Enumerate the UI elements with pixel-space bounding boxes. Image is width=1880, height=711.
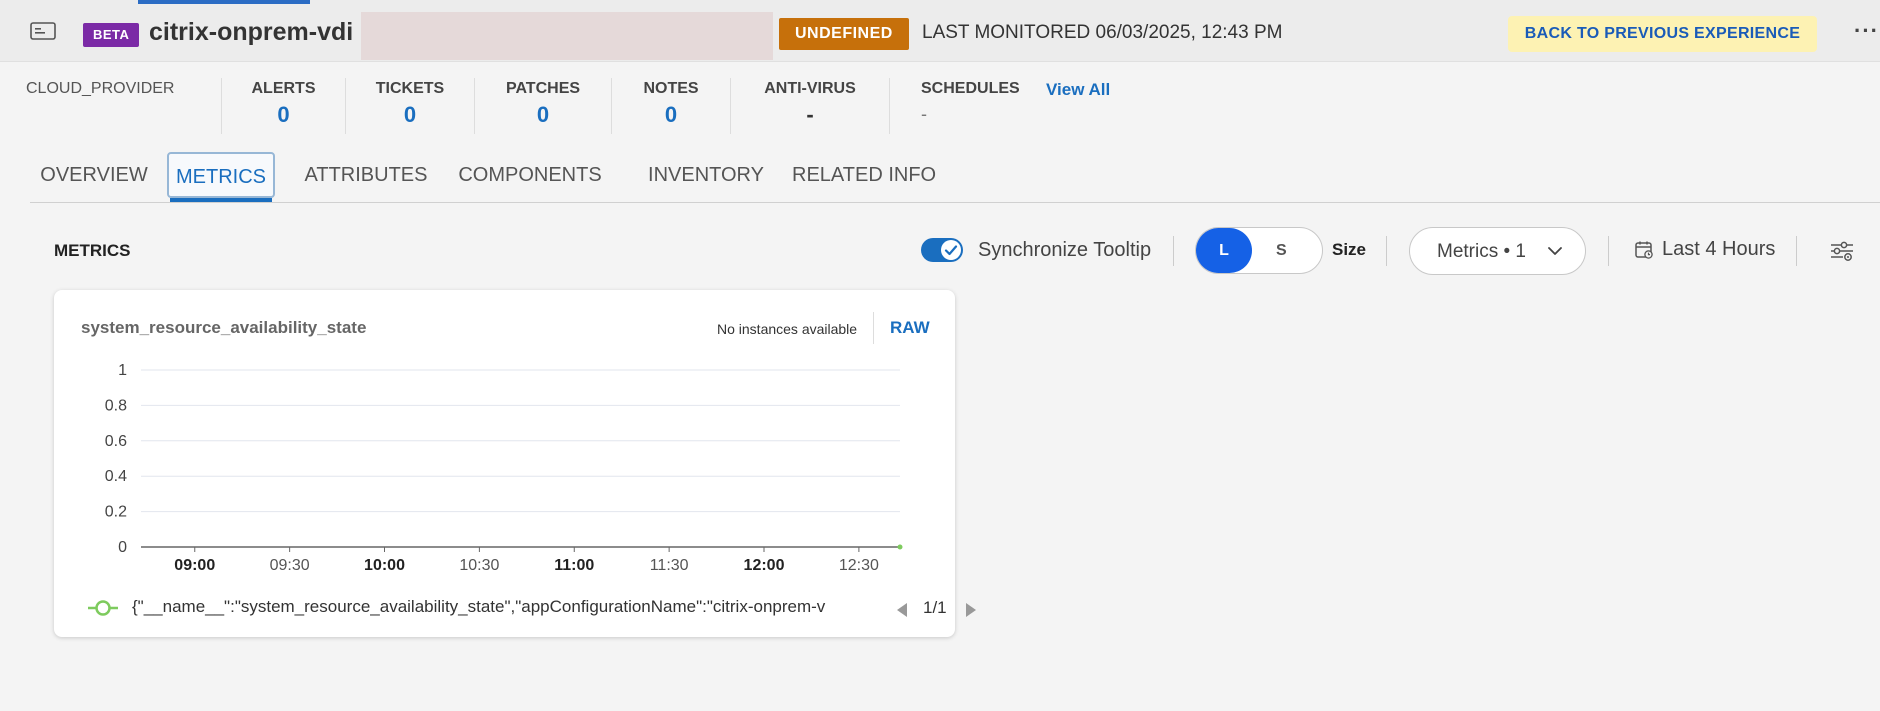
tab-bar: OVERVIEW METRICS ATTRIBUTES COMPONENTS I… — [30, 150, 1880, 203]
y-tick-label: 0.2 — [105, 504, 127, 521]
summary-value[interactable]: 0 — [222, 102, 345, 128]
chart-legend: {"__name__":"system_resource_availabilit… — [82, 595, 976, 621]
summary-patches[interactable]: PATCHES 0 — [474, 78, 611, 134]
device-icon — [30, 22, 56, 40]
check-icon — [944, 245, 958, 256]
view-all-link[interactable]: View All — [1046, 80, 1110, 100]
synchronize-tooltip-label: Synchronize Tooltip — [978, 239, 1152, 261]
time-range-selector[interactable]: Last 4 Hours — [1662, 238, 1775, 261]
summary-cloud-provider: CLOUD_PROVIDER — [26, 78, 216, 134]
metric-card-title: system_resource_availability_state — [81, 318, 367, 337]
y-tick-label: 0.4 — [105, 468, 127, 485]
no-instances-label: No instances available — [717, 321, 858, 337]
summary-notes[interactable]: NOTES 0 — [611, 78, 730, 134]
summary-tickets[interactable]: TICKETS 0 — [345, 78, 474, 134]
legend-series-label: {"__name__":"system_resource_availabilit… — [132, 597, 826, 616]
active-tab-indicator — [170, 198, 272, 202]
x-tick-label: 09:00 — [174, 557, 215, 574]
raw-button[interactable]: RAW — [890, 318, 930, 338]
tab-metrics[interactable]: METRICS — [167, 152, 275, 198]
last-monitored: LAST MONITORED 06/03/2025, 12:43 PM — [922, 22, 1283, 43]
beta-badge: BETA — [83, 23, 140, 47]
device-title: citrix-onprem-vdi — [149, 18, 354, 46]
tab-inventory[interactable]: INVENTORY — [619, 152, 793, 198]
legend-series-marker-icon[interactable] — [82, 597, 124, 619]
synchronize-tooltip-toggle[interactable] — [921, 238, 963, 262]
tab-components[interactable]: COMPONENTS — [441, 152, 619, 198]
size-s-option[interactable]: S — [1276, 228, 1287, 273]
legend-pager: 1/1 — [923, 598, 947, 617]
redacted-region — [361, 12, 773, 60]
x-tick-label: 12:00 — [744, 557, 785, 574]
metrics-dropdown-label: Metrics • 1 — [1437, 241, 1526, 262]
calendar-icon[interactable] — [1634, 240, 1654, 260]
series-data-point — [897, 544, 903, 550]
device-header: BETA citrix-onprem-vdi UNDEFINED LAST MO… — [0, 0, 1880, 62]
toolbar-divider — [1386, 236, 1387, 266]
x-tick-label: 09:30 — [270, 557, 310, 574]
metric-card: system_resource_availability_state No in… — [54, 290, 976, 637]
top-accent-bar — [138, 0, 310, 4]
toolbar-divider — [1608, 236, 1609, 266]
x-tick-label: 11:00 — [554, 557, 594, 574]
tab-attributes[interactable]: ATTRIBUTES — [292, 152, 440, 198]
summary-label: PATCHES — [505, 80, 581, 97]
y-tick-label: 1 — [118, 362, 127, 379]
summary-value: - — [921, 104, 927, 124]
y-tick-label: 0 — [118, 539, 127, 556]
summary-label: ALERTS — [251, 80, 316, 97]
summary-label: ANTI-VIRUS — [764, 80, 856, 97]
summary-value[interactable]: 0 — [475, 102, 611, 128]
back-to-previous-experience-button[interactable]: BACK TO PREVIOUS EXPERIENCE — [1508, 16, 1817, 52]
cloud-provider-label: CLOUD_PROVIDER — [26, 80, 175, 97]
pager-next-icon[interactable] — [964, 601, 978, 619]
y-tick-label: 0.8 — [105, 397, 127, 414]
toolbar-divider — [1796, 236, 1797, 266]
summary-label: TICKETS — [375, 80, 445, 97]
summary-label: NOTES — [643, 80, 699, 97]
metrics-heading: METRICS — [54, 241, 131, 260]
size-label: Size — [1332, 240, 1367, 259]
summary-schedules: SCHEDULES - — [889, 78, 1039, 134]
chevron-down-icon — [1548, 247, 1562, 255]
toggle-knob — [941, 240, 961, 260]
summary-label: SCHEDULES — [921, 80, 1020, 97]
x-tick-label: 11:30 — [650, 557, 689, 574]
x-tick-label: 10:00 — [364, 557, 405, 574]
summary-value: - — [806, 102, 814, 127]
more-options-icon[interactable]: ··· — [1854, 18, 1879, 44]
size-toggle[interactable]: L S — [1195, 227, 1323, 274]
tab-related-info[interactable]: RELATED INFO — [792, 152, 936, 198]
pager-prev-icon[interactable] — [895, 601, 909, 619]
summary-anti-virus: ANTI-VIRUS - — [730, 78, 889, 134]
metric-line-chart: 0 0.2 0.4 0.6 0.8 1 09:00 09:30 10:00 10:30 11:00 1… — [105, 362, 903, 574]
toolbar-divider — [1173, 236, 1174, 266]
summary-value[interactable]: 0 — [346, 102, 474, 128]
size-l-option[interactable]: L — [1196, 228, 1252, 273]
summary-alerts[interactable]: ALERTS 0 — [221, 78, 345, 134]
card-divider — [873, 312, 874, 344]
metrics-dropdown[interactable]: Metrics • 1 — [1409, 227, 1586, 275]
settings-sliders-icon[interactable] — [1829, 238, 1855, 264]
x-tick-label: 10:30 — [459, 557, 499, 574]
x-tick-label: 12:30 — [839, 557, 879, 574]
summary-value[interactable]: 0 — [612, 102, 730, 128]
tab-overview[interactable]: OVERVIEW — [30, 152, 158, 198]
y-tick-label: 0.6 — [105, 433, 127, 450]
state-badge: UNDEFINED — [779, 18, 909, 50]
